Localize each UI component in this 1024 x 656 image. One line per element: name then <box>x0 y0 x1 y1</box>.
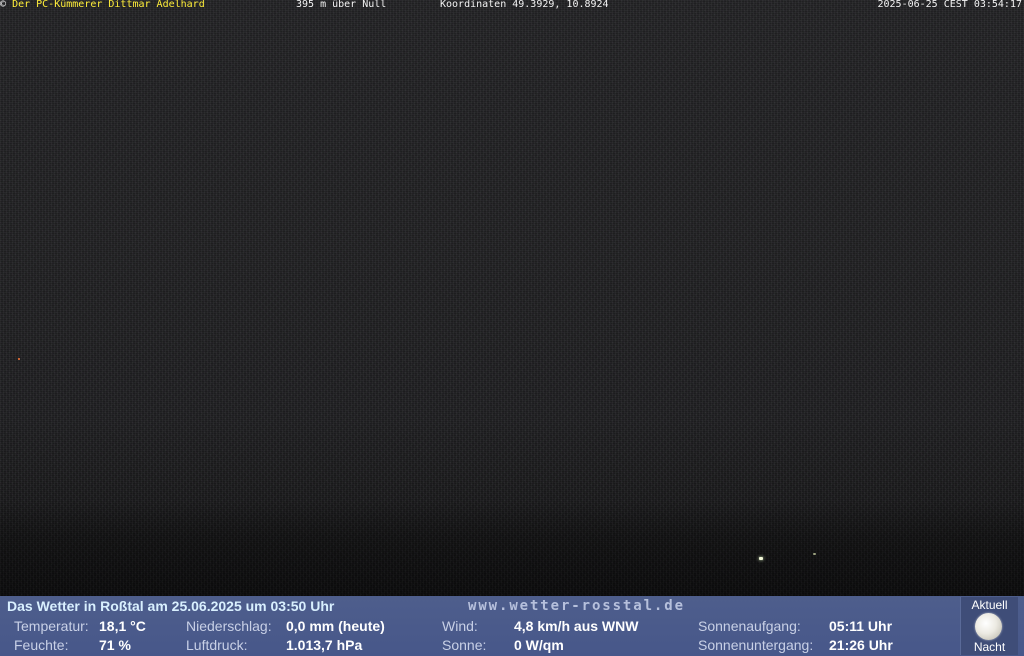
solar-radiation-value: 0 W/qm <box>514 637 564 653</box>
altitude-text: 395 m über Null <box>296 0 387 10</box>
wind-label: Wind: <box>442 618 478 634</box>
humidity-value: 71 % <box>99 637 131 653</box>
pressure-label: Luftdruck: <box>186 637 248 653</box>
temperature-label: Temperatur: <box>14 618 89 634</box>
wind-value: 4,8 km/h aus WNW <box>514 618 639 634</box>
webcam-ground-shadow <box>0 500 1024 596</box>
capture-datetime: 2025-06-25 CEST 03:54:17 <box>877 0 1023 10</box>
distant-light <box>813 553 816 555</box>
moon-phase-box: Aktuell Nacht <box>960 597 1018 655</box>
copyright-symbol: © <box>0 0 7 10</box>
weather-title: Das Wetter in Roßtal am 25.06.2025 um 03… <box>7 598 335 614</box>
webcam-caption-bar: © Der PC-Kümmerer Dittmar Adelhard 395 m… <box>0 0 1024 11</box>
precipitation-label: Niederschlag: <box>186 618 272 634</box>
temperature-value: 18,1 °C <box>99 618 146 634</box>
sunrise-label: Sonnenaufgang: <box>698 618 801 634</box>
moon-current-label: Aktuell <box>971 598 1008 612</box>
distant-light <box>18 358 20 360</box>
sunrise-value: 05:11 Uhr <box>829 618 893 634</box>
website-link[interactable]: www.wetter-rosstal.de <box>468 598 685 614</box>
sunset-label: Sonnenuntergang: <box>698 637 814 653</box>
humidity-label: Feuchte: <box>14 637 69 653</box>
coordinates-text: Koordinaten 49.3929, 10.8924 <box>440 0 609 10</box>
webcam-frame: © Der PC-Kümmerer Dittmar Adelhard 395 m… <box>0 0 1024 656</box>
solar-radiation-label: Sonne: <box>442 637 487 653</box>
caption-owner: © Der PC-Kümmerer Dittmar Adelhard <box>0 0 205 10</box>
moon-night-label: Nacht <box>973 640 1006 654</box>
distant-light <box>759 557 763 560</box>
sunset-value: 21:26 Uhr <box>829 637 893 653</box>
precipitation-value: 0,0 mm (heute) <box>286 618 385 634</box>
pressure-value: 1.013,7 hPa <box>286 637 363 653</box>
weather-panel: Das Wetter in Roßtal am 25.06.2025 um 03… <box>0 596 1024 656</box>
owner-name: Der PC-Kümmerer Dittmar Adelhard <box>12 0 205 10</box>
moon-icon <box>975 613 1002 640</box>
